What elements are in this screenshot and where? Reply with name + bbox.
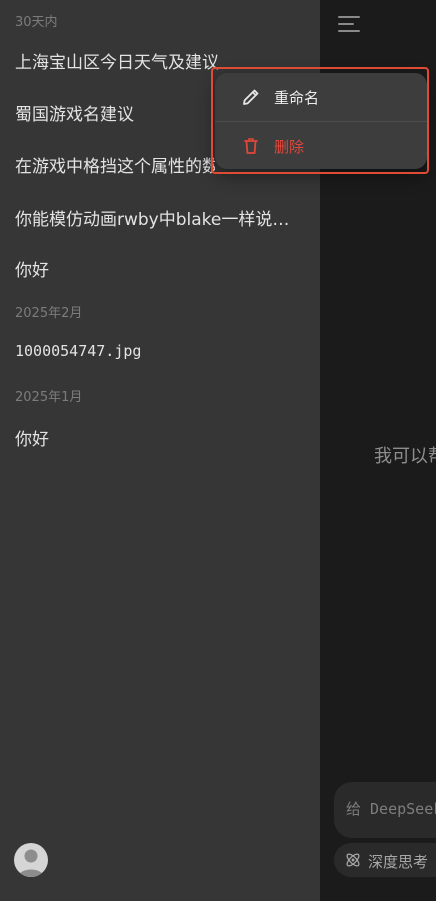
history-item[interactable]: 你好	[15, 425, 305, 450]
history-item[interactable]: 你好	[15, 256, 305, 281]
menu-icon[interactable]	[338, 14, 360, 32]
app-screen: 我可以帮 给 DeepSeek 深度思考 30天内 上海宝山区今日天气及建议 蜀…	[0, 0, 436, 901]
history-item[interactable]: 在游戏中格挡这个属性的数值	[15, 152, 215, 177]
deep-think-button[interactable]: 深度思考	[334, 843, 436, 877]
avatar[interactable]	[14, 843, 48, 877]
atom-icon	[346, 853, 360, 867]
user-icon	[18, 849, 44, 877]
history-item[interactable]: 1000054747.jpg	[15, 342, 305, 360]
message-input-placeholder: 给 DeepSeek	[346, 800, 436, 818]
chat-greeting: 我可以帮	[374, 446, 436, 467]
deep-think-label: 深度思考	[368, 853, 429, 871]
section-label-feb-2025: 2025年2月	[15, 306, 83, 321]
section-label-jan-2025: 2025年1月	[15, 390, 83, 405]
message-input[interactable]: 给 DeepSeek	[334, 782, 436, 838]
section-label-30-days: 30天内	[15, 15, 58, 30]
highlight-frame	[211, 67, 429, 174]
history-item[interactable]: 你能模仿动画rwby中blake一样说…	[15, 205, 305, 230]
